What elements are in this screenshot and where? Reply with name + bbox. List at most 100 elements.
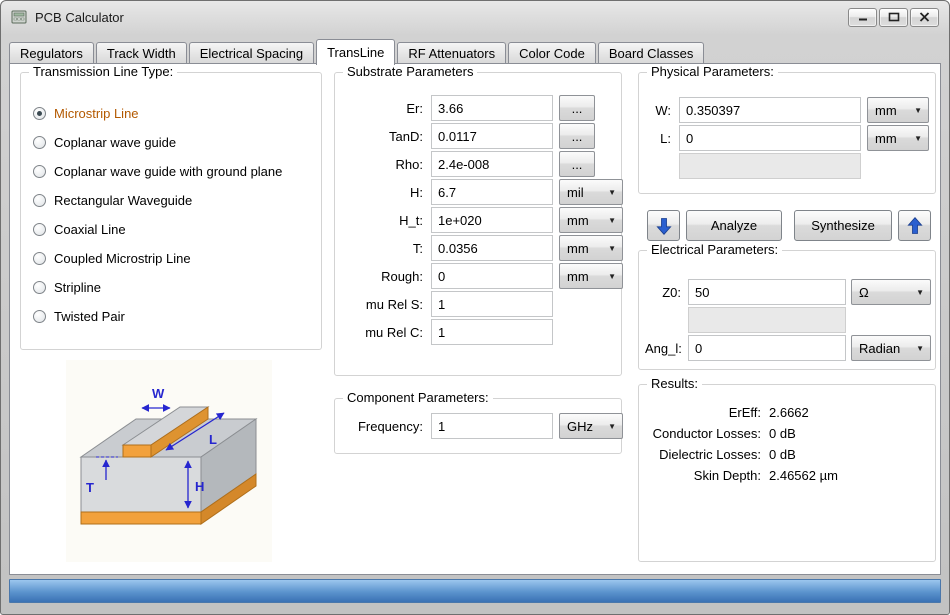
radio-icon <box>33 194 46 207</box>
app-icon <box>11 9 28 25</box>
l-unit-select[interactable]: mm▼ <box>867 125 929 151</box>
rho-input[interactable] <box>431 151 553 177</box>
z0-input[interactable] <box>688 279 846 305</box>
t-label: T: <box>341 241 425 256</box>
electrical-fields: Z0: Ω▼ Ang_l: Radian▼ <box>639 251 935 361</box>
close-button[interactable] <box>910 8 939 27</box>
radio-icon <box>33 136 46 149</box>
chevron-down-icon: ▼ <box>608 272 616 281</box>
frequency-input[interactable] <box>431 413 553 439</box>
rough-input[interactable] <box>431 263 553 289</box>
maximize-icon <box>888 12 900 22</box>
er-more-button[interactable]: ... <box>559 95 595 121</box>
radio-label: Coaxial Line <box>54 222 126 237</box>
combo-value: mil <box>567 185 584 200</box>
w-input[interactable] <box>679 97 861 123</box>
radio-coplanar-wave-guide-ground[interactable]: Coplanar wave guide with ground plane <box>33 157 315 186</box>
t-unit-select[interactable]: mm▼ <box>559 235 623 261</box>
radio-label: Twisted Pair <box>54 309 125 324</box>
dielectric-losses-value: 0 dB <box>769 447 929 462</box>
radio-coupled-microstrip-line[interactable]: Coupled Microstrip Line <box>33 244 315 273</box>
tand-more-button[interactable]: ... <box>559 123 595 149</box>
radio-icon <box>33 281 46 294</box>
radio-stripline[interactable]: Stripline <box>33 273 315 302</box>
group-title: Transmission Line Type: <box>29 64 177 79</box>
radio-coaxial-line[interactable]: Coaxial Line <box>33 215 315 244</box>
er-input[interactable] <box>431 95 553 121</box>
mu-rel-c-input[interactable] <box>431 319 553 345</box>
tab-board-classes[interactable]: Board Classes <box>598 42 705 64</box>
l-label: L: <box>645 131 673 146</box>
ang-l-label: Ang_l: <box>645 341 683 356</box>
chevron-down-icon: ▼ <box>608 216 616 225</box>
copy-down-button[interactable] <box>647 210 680 241</box>
radio-label: Coplanar wave guide <box>54 135 176 150</box>
ang-l-input[interactable] <box>688 335 846 361</box>
app-window: PCB Calculator Regulators Track Width El… <box>0 0 950 615</box>
rough-label: Rough: <box>341 269 425 284</box>
combo-value: mm <box>567 269 589 284</box>
w-label: W: <box>645 103 673 118</box>
t-input[interactable] <box>431 235 553 261</box>
h-unit-select[interactable]: mil▼ <box>559 179 623 205</box>
combo-value: GHz <box>567 419 593 434</box>
mu-rel-s-label: mu Rel S: <box>341 297 425 312</box>
tab-transline[interactable]: TransLine <box>316 39 395 65</box>
minimize-icon <box>857 12 869 22</box>
titlebar[interactable]: PCB Calculator <box>1 1 949 33</box>
radio-icon <box>33 107 46 120</box>
radio-coplanar-wave-guide[interactable]: Coplanar wave guide <box>33 128 315 157</box>
frequency-unit-select[interactable]: GHz ▼ <box>559 413 623 439</box>
radio-label: Rectangular Waveguide <box>54 193 192 208</box>
radio-rectangular-waveguide[interactable]: Rectangular Waveguide <box>33 186 315 215</box>
l-input[interactable] <box>679 125 861 151</box>
results-fields: ErEff: 2.6662 Conductor Losses: 0 dB Die… <box>639 385 935 483</box>
radio-icon <box>33 252 46 265</box>
copy-up-button[interactable] <box>898 210 931 241</box>
minimize-button[interactable] <box>848 8 877 27</box>
component-fields: Frequency: GHz▼ <box>335 399 621 439</box>
chevron-down-icon: ▼ <box>916 288 924 297</box>
conductor-losses-label: Conductor Losses: <box>643 426 761 441</box>
h-input[interactable] <box>431 179 553 205</box>
rho-more-button[interactable]: ... <box>559 151 595 177</box>
combo-value: Ω <box>859 285 869 300</box>
rough-unit-select[interactable]: mm ▼ <box>559 263 623 289</box>
physical-fields: W: mm▼ L: mm▼ <box>639 73 935 179</box>
ereff-label: ErEff: <box>643 405 761 420</box>
mu-rel-c-label: mu Rel C: <box>341 325 425 340</box>
ht-input[interactable] <box>431 207 553 233</box>
diagram-label-w: W <box>152 386 165 401</box>
w-unit-select[interactable]: mm▼ <box>867 97 929 123</box>
z0-unit-select[interactable]: Ω▼ <box>851 279 931 305</box>
synthesize-button[interactable]: Synthesize <box>794 210 892 241</box>
group-title: Component Parameters: <box>343 390 493 405</box>
tab-rf-attenuators[interactable]: RF Attenuators <box>397 42 506 64</box>
ht-unit-select[interactable]: mm ▼ <box>559 207 623 233</box>
results-group: Results: ErEff: 2.6662 Conductor Losses:… <box>638 384 936 562</box>
group-title: Results: <box>647 376 702 391</box>
microstrip-diagram: W L H T <box>66 360 272 562</box>
mu-rel-s-input[interactable] <box>431 291 553 317</box>
radio-label: Microstrip Line <box>54 106 139 121</box>
tand-input[interactable] <box>431 123 553 149</box>
dielectric-losses-label: Dielectric Losses: <box>643 447 761 462</box>
tab-regulators[interactable]: Regulators <box>9 42 94 64</box>
analyze-button[interactable]: Analyze <box>686 210 782 241</box>
radio-label: Coupled Microstrip Line <box>54 251 191 266</box>
combo-value: mm <box>567 241 589 256</box>
maximize-button[interactable] <box>879 8 908 27</box>
skin-depth-value: 2.46562 µm <box>769 468 929 483</box>
ang-l-unit-select[interactable]: Radian▼ <box>851 335 931 361</box>
combo-value: mm <box>567 213 589 228</box>
component-parameters-group: Component Parameters: Frequency: GHz▼ <box>334 398 622 454</box>
radio-label: Stripline <box>54 280 101 295</box>
tab-color-code[interactable]: Color Code <box>508 42 596 64</box>
radio-microstrip-line[interactable]: Microstrip Line <box>33 99 315 128</box>
skin-depth-label: Skin Depth: <box>643 468 761 483</box>
group-title: Physical Parameters: <box>647 64 778 79</box>
chevron-down-icon: ▼ <box>608 422 616 431</box>
radio-twisted-pair[interactable]: Twisted Pair <box>33 302 315 331</box>
tab-electrical-spacing[interactable]: Electrical Spacing <box>189 42 314 64</box>
tab-track-width[interactable]: Track Width <box>96 42 187 64</box>
